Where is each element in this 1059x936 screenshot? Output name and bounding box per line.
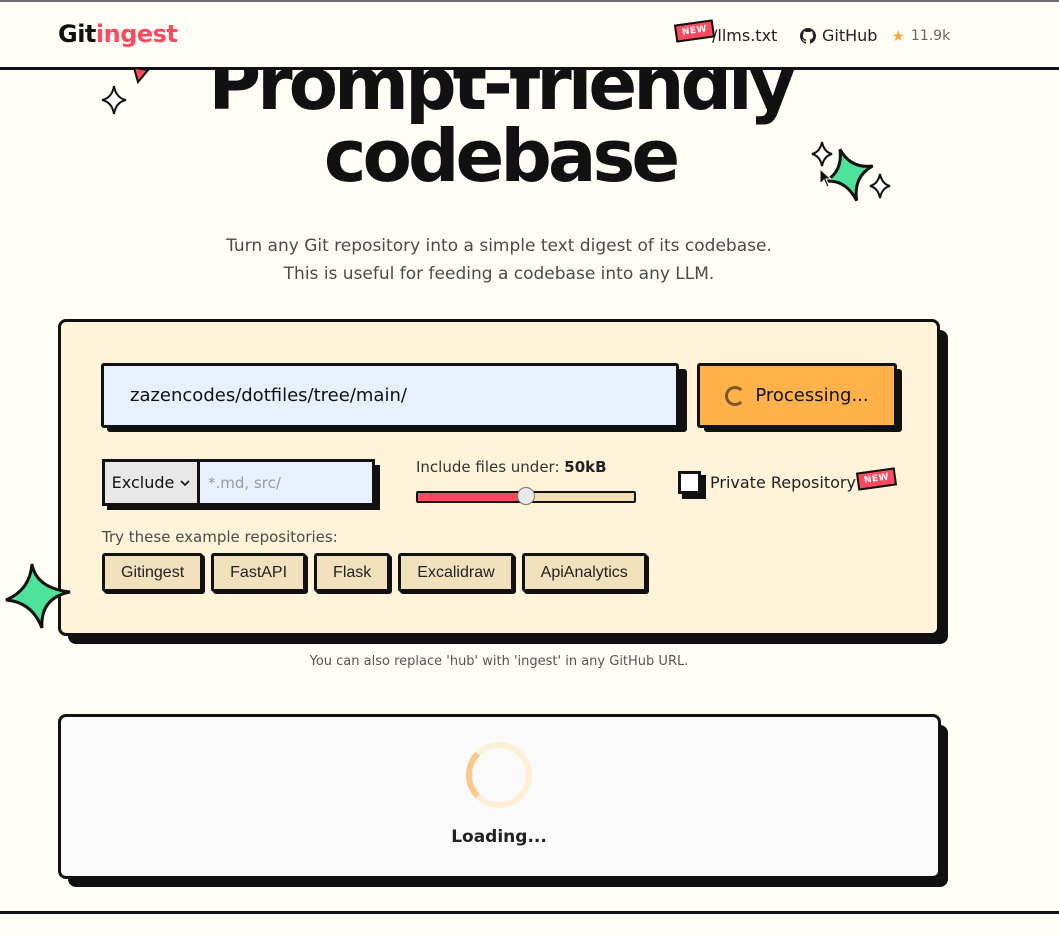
new-badge: NEW [673,19,716,43]
private-repo-checkbox[interactable] [678,471,701,494]
file-size-slider[interactable] [416,487,636,505]
url-replace-note: You can also replace 'hub' with 'ingest'… [309,654,689,669]
github-icon [800,27,816,44]
file-size-label: Include files under: 50kB [416,458,607,476]
examples-label: Try these example repositories: [102,528,338,546]
site-header: Gitingest NEW /llms.txt GitHub ★ 11.9k [0,2,1059,70]
hero-title-line2: codebase [323,114,680,198]
logo-part2: ingest [95,20,178,48]
file-size-value: 50kB [564,458,607,476]
github-star-count: 11.9k [910,27,951,44]
slider-fill [418,493,526,501]
logo[interactable]: Gitingest [58,20,178,48]
pattern-type-select[interactable]: Exclude [102,459,200,506]
hero-subtitle: Turn any Git repository into a simple te… [0,232,998,288]
loading-text: Loading... [451,827,547,847]
star-icon: ★ [891,26,905,45]
sparkle-left-icon [101,68,150,115]
ingest-button[interactable]: Processing... [697,363,897,428]
subtitle-line2: This is useful for feeding a codebase in… [283,264,715,284]
chevron-down-icon [180,479,190,486]
example-repo-button[interactable]: Flask [314,553,391,592]
file-size-label-text: Include files under: [416,458,565,476]
subtitle-line1: Turn any Git repository into a simple te… [226,236,772,256]
github-label: GitHub [822,26,878,45]
github-link[interactable]: GitHub ★ 11.9k [800,26,950,45]
example-repo-button[interactable]: Gitingest [102,553,204,592]
slider-thumb[interactable] [517,487,535,505]
spinner-icon [725,385,746,406]
example-repos: Gitingest FastAPI Flask Excalidraw ApiAn… [102,553,647,592]
llms-label: /llms.txt [712,26,778,45]
example-repo-button[interactable]: FastAPI [211,553,307,592]
pattern-type-value: Exclude [111,473,175,492]
logo-part1: Git [58,20,96,48]
ingest-button-label: Processing... [755,385,869,406]
pattern-input[interactable] [197,459,375,506]
loading-spinner-icon [466,742,532,808]
example-repo-button[interactable]: ApiAnalytics [521,553,647,592]
repo-url-input[interactable] [101,363,679,428]
sparkle-green-icon [5,563,71,629]
example-repo-button[interactable]: Excalidraw [398,553,514,592]
footer-border [0,911,1059,914]
private-repo-label[interactable]: Private Repository [710,473,856,492]
